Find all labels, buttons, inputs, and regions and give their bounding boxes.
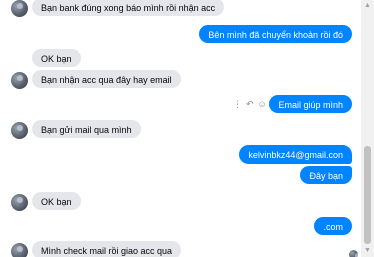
incoming-message[interactable]: Mình check mail rồi giao acc qua xyxy=(32,241,182,257)
incoming-message[interactable]: Bạn nhận acc qua đây hay email xyxy=(32,70,181,88)
scrollbar-thumb[interactable] xyxy=(364,146,371,244)
message-text: Bạn gửi mail qua mình xyxy=(41,125,132,135)
message-text: Bạn nhận acc qua đây hay email xyxy=(41,75,172,85)
outgoing-message[interactable]: Email giúp mình xyxy=(269,95,352,113)
contact-avatar[interactable] xyxy=(11,243,28,257)
message-text: Đây bạn xyxy=(309,171,343,181)
incoming-message[interactable]: Bạn gửi mail qua mình xyxy=(32,120,141,138)
message-text: Mình check mail rồi giao acc qua xyxy=(41,246,173,256)
contact-avatar[interactable] xyxy=(11,122,28,139)
reaction-icon[interactable]: ☺ xyxy=(258,98,267,110)
more-vertical-icon[interactable]: ⋮ xyxy=(233,98,242,110)
incoming-message[interactable]: OK bạn xyxy=(32,192,81,210)
message-text: OK bạn xyxy=(41,197,72,207)
chat-thread: Bạn bank đúng xong báo mình rồi nhận acc… xyxy=(0,0,374,257)
message-text: .com xyxy=(323,222,343,232)
outgoing-message[interactable]: kelvinbkz44@gmail.con xyxy=(239,145,352,164)
incoming-message[interactable]: OK bạn xyxy=(32,49,81,67)
message-text: OK bạn xyxy=(41,54,72,64)
contact-avatar[interactable] xyxy=(11,194,28,211)
contact-avatar[interactable] xyxy=(11,0,28,17)
scrollbar[interactable]: ▲ ▼ xyxy=(361,0,374,257)
seen-avatar xyxy=(349,250,358,257)
incoming-message[interactable]: Bạn bank đúng xong báo mình rồi nhận acc xyxy=(32,0,225,16)
outgoing-message[interactable]: .com xyxy=(314,217,352,235)
message-text: kelvinbkz44@gmail.con xyxy=(248,150,343,160)
message-text: Bạn bank đúng xong báo mình rồi nhận acc xyxy=(41,3,216,13)
outgoing-message[interactable]: Đây bạn xyxy=(300,166,352,184)
contact-avatar[interactable] xyxy=(11,72,28,89)
message-text: Email giúp mình xyxy=(278,100,343,110)
message-text: Bên mình đã chuyển khoản rồi đó xyxy=(208,30,343,40)
reply-icon[interactable]: ↶ xyxy=(246,98,254,110)
message-actions: ⋮ ↶ ☺ xyxy=(233,98,267,110)
outgoing-message[interactable]: Bên mình đã chuyển khoản rồi đó xyxy=(199,25,352,43)
scroll-down-arrow-icon[interactable]: ▼ xyxy=(361,245,374,257)
scroll-up-arrow-icon[interactable]: ▲ xyxy=(361,0,374,12)
